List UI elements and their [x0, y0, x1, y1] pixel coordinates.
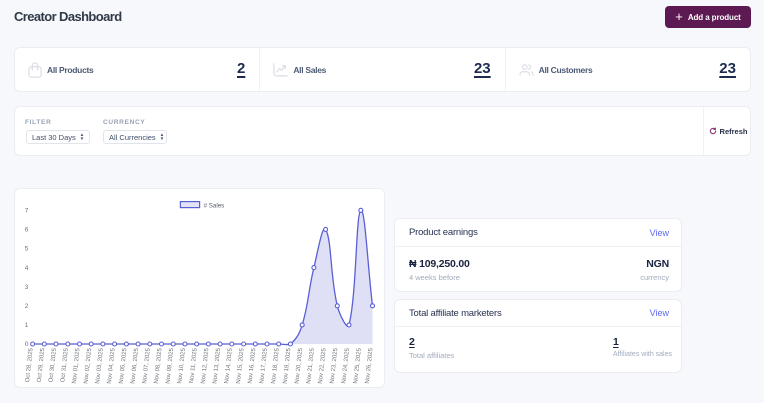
svg-text:7: 7	[25, 208, 29, 215]
svg-text:5: 5	[25, 246, 29, 253]
svg-text:Nov 08, 2025: Nov 08, 2025	[154, 347, 164, 384]
svg-text:Nov 13, 2025: Nov 13, 2025	[212, 347, 222, 384]
svg-text:Nov 07, 2025: Nov 07, 2025	[142, 347, 152, 384]
svg-text:Nov 21, 2025: Nov 21, 2025	[306, 347, 316, 384]
svg-text:0: 0	[25, 341, 29, 348]
svg-text:Nov 16, 2025: Nov 16, 2025	[248, 347, 258, 384]
svg-text:Nov 10, 2025: Nov 10, 2025	[177, 347, 187, 384]
svg-text:Nov 06, 2025: Nov 06, 2025	[130, 347, 140, 384]
svg-text:Nov 18, 2025: Nov 18, 2025	[271, 347, 281, 384]
svg-text:Nov 15, 2025: Nov 15, 2025	[236, 347, 246, 384]
svg-text:# Sales: # Sales	[204, 202, 225, 209]
svg-text:Oct 30, 2025: Oct 30, 2025	[48, 347, 58, 382]
svg-text:Nov 03, 2025: Nov 03, 2025	[95, 347, 105, 384]
svg-text:Oct 29, 2025: Oct 29, 2025	[37, 347, 47, 382]
svg-text:Oct 28, 2025: Oct 28, 2025	[25, 347, 35, 382]
svg-text:3: 3	[25, 284, 29, 291]
svg-text:Nov 22, 2025: Nov 22, 2025	[318, 347, 328, 384]
svg-text:Nov 04, 2025: Nov 04, 2025	[107, 347, 117, 384]
svg-text:Nov 09, 2025: Nov 09, 2025	[165, 347, 175, 384]
svg-text:Nov 12, 2025: Nov 12, 2025	[201, 347, 211, 384]
svg-text:Nov 19, 2025: Nov 19, 2025	[283, 347, 293, 384]
svg-text:Nov 26, 2025: Nov 26, 2025	[365, 347, 375, 384]
svg-text:4: 4	[25, 265, 29, 272]
svg-text:Nov 01, 2025: Nov 01, 2025	[72, 347, 82, 384]
svg-text:Nov 25, 2025: Nov 25, 2025	[353, 347, 363, 384]
svg-text:Nov 24, 2025: Nov 24, 2025	[341, 347, 351, 384]
svg-text:Nov 20, 2025: Nov 20, 2025	[294, 347, 304, 384]
svg-text:Nov 23, 2025: Nov 23, 2025	[330, 347, 340, 384]
svg-text:Nov 17, 2025: Nov 17, 2025	[259, 347, 269, 384]
svg-text:Nov 11, 2025: Nov 11, 2025	[189, 347, 199, 383]
svg-text:Nov 02, 2025: Nov 02, 2025	[83, 347, 93, 384]
svg-text:Nov 05, 2025: Nov 05, 2025	[119, 347, 129, 384]
svg-text:1: 1	[25, 322, 29, 329]
svg-text:Oct 31, 2025: Oct 31, 2025	[60, 347, 70, 382]
svg-text:6: 6	[25, 227, 29, 234]
svg-text:2: 2	[25, 303, 29, 310]
svg-text:Nov 14, 2025: Nov 14, 2025	[224, 347, 234, 384]
